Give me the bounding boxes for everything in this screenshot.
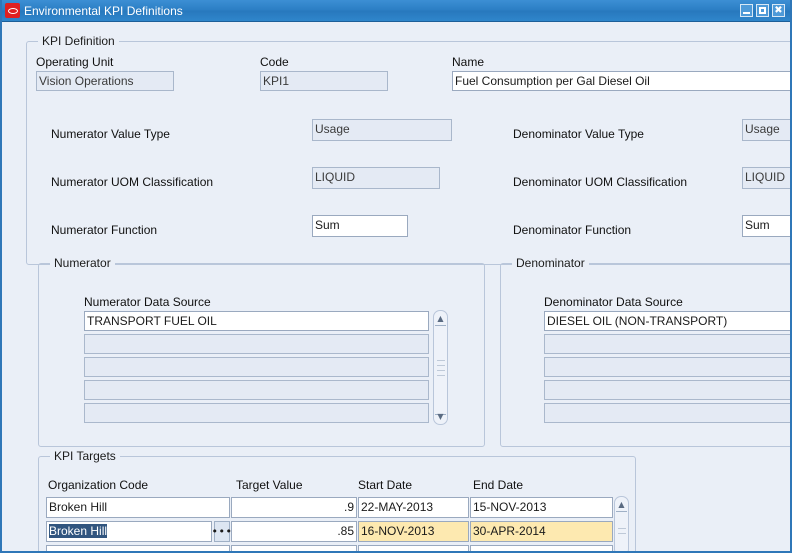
numerator-data-source-row-0[interactable]: TRANSPORT FUEL OIL — [84, 311, 429, 331]
scroll-down-icon[interactable]: ▼ — [434, 410, 447, 423]
column-header-organization-code: Organization Code — [48, 478, 149, 492]
window-title: Environmental KPI Definitions — [24, 3, 183, 18]
scroll-up-icon[interactable]: ▲ — [434, 312, 447, 325]
kpi-definition-group-title: KPI Definition — [38, 34, 119, 48]
title-bar[interactable]: Environmental KPI Definitions ✖ — [2, 0, 790, 22]
minimize-button[interactable] — [740, 4, 753, 17]
kpi-targets-group-title: KPI Targets — [50, 449, 120, 463]
numerator-uom-field[interactable]: LIQUID — [312, 167, 440, 189]
close-button[interactable]: ✖ — [772, 4, 785, 17]
denominator-value-type-field[interactable]: Usage — [742, 119, 790, 141]
numerator-scroll-thumb[interactable] — [435, 325, 446, 415]
numerator-data-source-row-2[interactable] — [84, 357, 429, 377]
denominator-function-label: Denominator Function — [513, 223, 632, 237]
numerator-data-source-row-3[interactable] — [84, 380, 429, 400]
target-row-2-start-date[interactable] — [358, 545, 469, 551]
numerator-value-type-label: Numerator Value Type — [51, 127, 170, 141]
denominator-data-source-label: Denominator Data Source — [544, 295, 683, 309]
kpi-targets-scrollbar[interactable]: ▲ — [614, 496, 629, 551]
target-row-1-organization-code-value: Broken Hill — [49, 524, 108, 538]
column-header-end-date: End Date — [473, 478, 524, 492]
oracle-logo-icon — [5, 3, 20, 18]
code-label: Code — [260, 55, 289, 69]
targets-scroll-thumb[interactable] — [616, 511, 627, 551]
denominator-data-source-row-4[interactable] — [544, 403, 790, 423]
application-window: Environmental KPI Definitions ✖ KPI Defi… — [0, 0, 792, 553]
numerator-value-type-field[interactable]: Usage — [312, 119, 452, 141]
numerator-data-source-row-4[interactable] — [84, 403, 429, 423]
numerator-data-source-label: Numerator Data Source — [84, 295, 211, 309]
target-row-1-end-date[interactable]: 30-APR-2014 — [470, 521, 613, 542]
numerator-function-label: Numerator Function — [51, 223, 158, 237]
window-controls: ✖ — [740, 4, 790, 17]
target-row-2-target-value[interactable] — [231, 545, 357, 551]
maximize-button[interactable] — [756, 4, 769, 17]
operating-unit-label: Operating Unit — [36, 55, 114, 69]
name-field[interactable]: Fuel Consumption per Gal Diesel Oil — [452, 71, 790, 91]
column-header-start-date: Start Date — [358, 478, 413, 492]
numerator-data-source-row-1[interactable] — [84, 334, 429, 354]
target-row-1-target-value[interactable]: .85 — [231, 521, 357, 542]
target-row-1-start-date[interactable]: 16-NOV-2013 — [358, 521, 469, 542]
target-row-0-start-date[interactable]: 22-MAY-2013 — [358, 497, 469, 518]
numerator-scrollbar[interactable]: ▲ ▼ — [433, 310, 448, 425]
denominator-value-type-label: Denominator Value Type — [513, 127, 644, 141]
targets-scroll-up-icon[interactable]: ▲ — [615, 498, 628, 511]
close-icon: ✖ — [774, 5, 783, 16]
numerator-group-title: Numerator — [50, 256, 115, 270]
target-row-0-target-value[interactable]: .9 — [231, 497, 357, 518]
denominator-data-source-row-2[interactable] — [544, 357, 790, 377]
denominator-data-source-row-1[interactable] — [544, 334, 790, 354]
lov-dots-icon: ••• — [211, 524, 233, 538]
numerator-uom-label: Numerator UOM Classification — [51, 175, 214, 189]
target-row-0-organization-code[interactable]: Broken Hill — [46, 497, 230, 518]
name-label: Name — [452, 55, 485, 69]
target-row-1-organization-code[interactable]: Broken Hill — [46, 521, 212, 542]
denominator-uom-label: Denominator UOM Classification — [513, 175, 688, 189]
column-header-target-value: Target Value — [236, 478, 303, 492]
denominator-uom-field[interactable]: LIQUID — [742, 167, 790, 189]
operating-unit-field[interactable]: Vision Operations — [36, 71, 174, 91]
target-row-1-lov-button[interactable]: ••• — [211, 521, 233, 542]
target-row-2-organization-code[interactable] — [46, 545, 230, 551]
denominator-data-source-row-0[interactable]: DIESEL OIL (NON-TRANSPORT) — [544, 311, 790, 331]
target-row-2-end-date[interactable] — [470, 545, 613, 551]
denominator-group-title: Denominator — [512, 256, 589, 270]
denominator-function-field[interactable]: Sum — [742, 215, 790, 237]
denominator-data-source-row-3[interactable] — [544, 380, 790, 400]
form-canvas: KPI Definition Operating Unit Vision Ope… — [2, 23, 790, 551]
target-row-0-end-date[interactable]: 15-NOV-2013 — [470, 497, 613, 518]
code-field[interactable]: KPI1 — [260, 71, 388, 91]
numerator-function-field[interactable]: Sum — [312, 215, 408, 237]
